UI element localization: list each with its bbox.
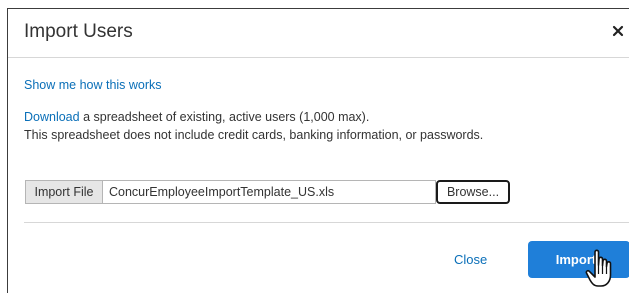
- dialog-header: Import Users: [8, 9, 629, 58]
- browse-button[interactable]: Browse...: [436, 180, 510, 204]
- dialog-description: Download a spreadsheet of existing, acti…: [24, 108, 483, 144]
- import-users-dialog: Import Users Show me how this works Down…: [7, 8, 629, 293]
- description-line-2: This spreadsheet does not include credit…: [24, 128, 484, 142]
- download-link[interactable]: Download: [24, 110, 80, 124]
- footer-divider: [24, 222, 629, 223]
- dialog-title: Import Users: [24, 21, 133, 42]
- import-file-row: Import File ConcurEmployeeImportTemplate…: [25, 180, 510, 204]
- import-file-label: Import File: [25, 180, 102, 204]
- close-icon[interactable]: [611, 24, 625, 38]
- help-link[interactable]: Show me how this works: [24, 78, 162, 92]
- close-button[interactable]: Close: [454, 252, 487, 267]
- description-line-1: Download a spreadsheet of existing, acti…: [24, 108, 483, 126]
- description-line-1-text: a spreadsheet of existing, active users …: [79, 110, 370, 124]
- import-button[interactable]: Import: [528, 241, 629, 278]
- import-file-field[interactable]: ConcurEmployeeImportTemplate_US.xls: [102, 180, 436, 204]
